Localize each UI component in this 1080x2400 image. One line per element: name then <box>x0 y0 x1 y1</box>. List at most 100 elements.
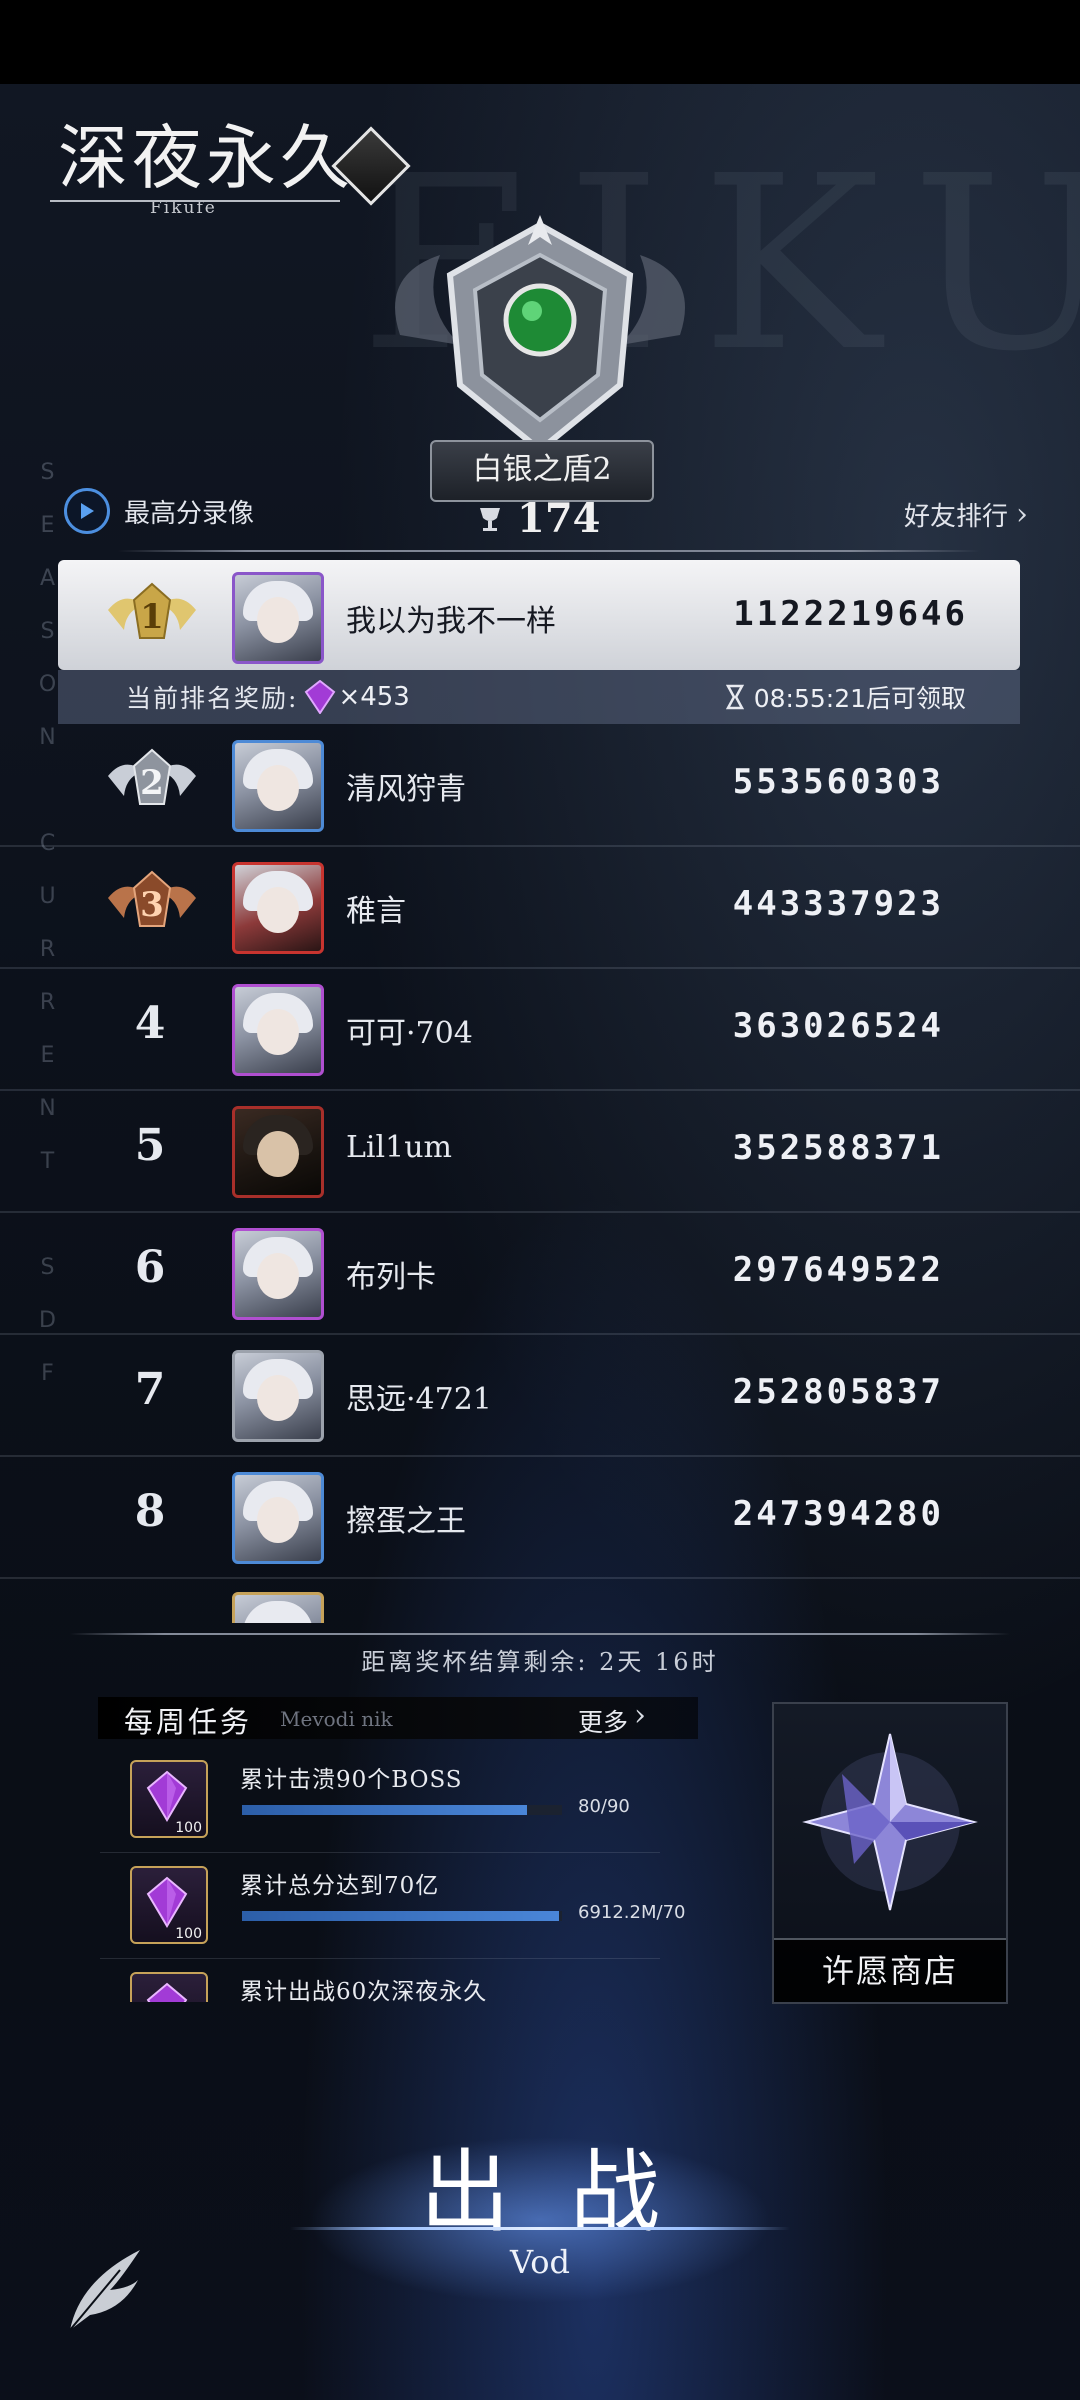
avatar[interactable] <box>232 572 324 664</box>
rank-number-3: 3 <box>140 885 164 925</box>
rank-title: 白银之盾2 <box>430 440 654 502</box>
ranking-row-5[interactable]: 5 Lil1um 352588371 <box>0 1090 1080 1213</box>
avatar[interactable] <box>232 862 324 954</box>
trophy-count: 174 <box>517 495 601 542</box>
ranking-row-6[interactable]: 6 布列卡 297649522 <box>0 1212 1080 1335</box>
battle-subtitle: Vod <box>510 2243 570 2281</box>
avatar[interactable] <box>232 1106 324 1198</box>
avatar-face <box>257 1497 299 1543</box>
task-reward: 100 <box>130 1866 208 1944</box>
gem-count: 100 <box>175 1820 202 1836</box>
task-name: 累计出战60次深夜永久 <box>240 1979 488 2002</box>
ranking-row-9-partial[interactable] <box>0 1578 1080 1623</box>
player-name: 稚言 <box>346 894 406 929</box>
task-reward <box>130 1972 208 2002</box>
wish-shop-button[interactable]: 许愿商店 <box>772 1702 1008 2004</box>
trophy-counter: 174 <box>475 495 601 542</box>
divider <box>100 1958 660 1959</box>
more-label: 更多 <box>578 1708 629 1737</box>
ranking-list[interactable]: 1 我以为我不一样 1122219646 当前排名奖励: ×453 08:55:… <box>0 560 1080 1623</box>
task-item[interactable]: 100 累计总分达到70亿 6912.2M/70 <box>130 1866 690 1956</box>
task-reward: 100 <box>130 1760 208 1838</box>
bronze-medal-icon: 3 <box>108 870 196 927</box>
player-name: 思远·4721 <box>346 1382 492 1417</box>
rank-number: 5 <box>134 1120 166 1171</box>
gold-medal-icon: 1 <box>108 582 196 639</box>
avatar[interactable] <box>232 984 324 1076</box>
player-name: Lil1um <box>346 1130 452 1165</box>
ranking-row-3[interactable]: 3 稚言 443337923 <box>0 846 1080 969</box>
task-name: 累计总分达到70亿 <box>240 1873 440 1899</box>
logo-title: 深夜永久 <box>58 117 354 199</box>
avatar-face <box>257 1009 299 1055</box>
avatar[interactable] <box>232 740 324 832</box>
avatar[interactable] <box>232 1350 324 1442</box>
avatar-face <box>257 1131 299 1177</box>
weekly-tasks-title: 每周任务 <box>124 1705 253 1739</box>
task-item[interactable]: 累计出战60次深夜永久 <box>130 1972 690 2002</box>
hourglass-icon <box>725 684 744 710</box>
divider <box>118 550 980 552</box>
best-record-button[interactable]: 最高分录像 <box>64 488 254 534</box>
ranking-row-8[interactable]: 8 擦蛋之王 247394280 <box>0 1456 1080 1579</box>
silver-medal-icon: 2 <box>108 748 196 805</box>
avatar-face <box>257 597 299 643</box>
star-crystal-icon <box>802 1733 978 1911</box>
back-feather-icon[interactable] <box>60 2240 150 2340</box>
divider <box>100 1852 660 1853</box>
trophy-settlement-countdown: 距离奖杯结算剩余: 2天 16时 <box>361 1648 719 1676</box>
purple-gem-icon <box>305 680 336 714</box>
friend-ranking-button[interactable]: 好友排行 › <box>904 496 1028 533</box>
battle-underline <box>290 2227 790 2230</box>
avatar[interactable] <box>232 1472 324 1564</box>
ranking-row-2[interactable]: 2 清风狩青 553560303 <box>0 724 1080 847</box>
avatar-face <box>257 1375 299 1421</box>
player-name: 可可·704 <box>346 1016 473 1051</box>
reward-timer: 08:55:21后可领取 <box>725 679 966 715</box>
player-score: 553560303 <box>732 762 944 802</box>
wish-shop-label: 许愿商店 <box>821 1952 958 1990</box>
weekly-tasks-subtitle: Mevodi nik <box>280 1707 393 1731</box>
player-score: 252805837 <box>732 1372 944 1412</box>
ranking-row-1[interactable]: 1 我以为我不一样 1122219646 <box>58 560 1020 670</box>
gem-count: 100 <box>175 1926 202 1942</box>
avatar[interactable] <box>232 1592 324 1623</box>
purple-gem-icon <box>146 1982 188 2002</box>
current-rank-reward: 当前排名奖励: ×453 08:55:21后可领取 <box>58 670 1020 724</box>
task-progress-bar <box>242 1911 562 1921</box>
player-score: 352588371 <box>732 1128 944 1168</box>
rank-number-1: 1 <box>140 597 164 637</box>
friend-ranking-label: 好友排行 <box>903 502 1008 532</box>
wish-shop-label-box: 许愿商店 <box>774 1938 1006 2002</box>
avatar-face <box>257 887 299 933</box>
player-name: 布列卡 <box>346 1260 436 1295</box>
task-name: 累计击溃90个BOSS <box>240 1767 463 1793</box>
rank-number: 8 <box>134 1486 166 1537</box>
divider <box>70 1633 1010 1635</box>
rank-number: 6 <box>134 1242 166 1293</box>
battle-button[interactable]: 出战 Vod <box>290 2105 790 2305</box>
best-record-label: 最高分录像 <box>124 498 255 529</box>
player-name: 我以为我不一样 <box>346 604 556 639</box>
task-progress-fill <box>242 1911 559 1921</box>
player-score: 363026524 <box>732 1006 944 1046</box>
player-name: 擦蛋之王 <box>346 1504 466 1539</box>
trophy-icon <box>480 507 500 531</box>
task-item[interactable]: 100 累计击溃90个BOSS 80/90 <box>130 1760 690 1850</box>
rank-number: 4 <box>134 998 166 1049</box>
player-score: 443337923 <box>732 884 944 924</box>
player-score: 247394280 <box>732 1494 944 1534</box>
task-progress-bar <box>242 1805 562 1815</box>
weekly-tasks-header: 每周任务 Mevodi nik 更多 › <box>98 1697 698 1739</box>
ranking-row-4[interactable]: 4 可可·704 363026524 <box>0 968 1080 1091</box>
task-progress-fill <box>242 1805 527 1815</box>
avatar-face <box>257 765 299 811</box>
reward-value: ×453 <box>304 680 410 714</box>
more-tasks-button[interactable]: 更多 › <box>578 1701 646 1739</box>
task-progress-text: 80/90 <box>578 1796 630 1817</box>
ranking-row-7[interactable]: 7 思远·4721 252805837 <box>0 1334 1080 1457</box>
avatar[interactable] <box>232 1228 324 1320</box>
reward-gem-count: ×453 <box>338 682 410 712</box>
avatar-face <box>257 1253 299 1299</box>
player-score: 1122219646 <box>733 594 968 634</box>
